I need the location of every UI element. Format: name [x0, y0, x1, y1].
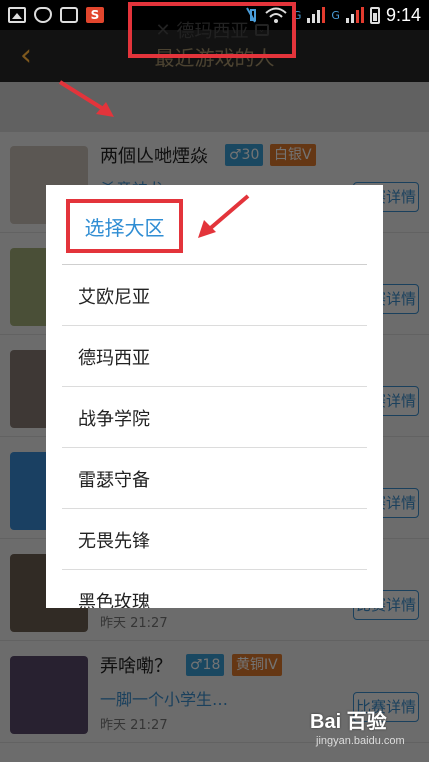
- app-s-notification-icon: S: [86, 7, 104, 23]
- signal-bars-1-icon: [307, 7, 326, 23]
- status-bar-left: S: [8, 7, 104, 23]
- played-time: 昨天 21:27: [100, 616, 168, 631]
- played-time: 昨天 21:27: [100, 718, 168, 733]
- server-option[interactable]: 艾欧尼亚: [62, 265, 367, 326]
- chevron-down-icon[interactable]: ⌄: [254, 24, 269, 36]
- server-option[interactable]: 战争学院: [62, 387, 367, 448]
- rank-badge: 黄铜IV: [232, 654, 282, 676]
- annotation-arrow-icon: [58, 80, 114, 117]
- status-time: 9:14: [385, 4, 421, 25]
- battery-icon: [369, 6, 380, 24]
- server-option-label: 黑色玫瑰: [78, 592, 150, 608]
- image-notification-icon: [8, 7, 26, 23]
- back-button[interactable]: ‹: [20, 41, 42, 72]
- clear-filter-icon[interactable]: ✕: [155, 20, 170, 41]
- puzzle-notification-icon: [60, 7, 78, 23]
- player-name: 弄啥嘞？: [100, 656, 172, 677]
- rank-badge: 白银V: [270, 144, 316, 166]
- gender-level-badge: ♂18: [186, 654, 225, 676]
- watermark-logo-text: Bai 百验: [310, 711, 387, 733]
- dialog-title-highlight: 选择大区: [66, 199, 183, 253]
- server-option-label: 德玛西亚: [78, 348, 150, 369]
- app-screen: S G G 9:14 ‹ 最近游戏的人 ✕ 德玛西亚 ⌄ 两個亾哋煙焱 ♂30 …: [0, 0, 429, 762]
- server-option[interactable]: 德玛西亚: [62, 326, 367, 387]
- avatar: [10, 656, 88, 734]
- server-option-label: 无畏先锋: [78, 531, 150, 552]
- server-option[interactable]: 雷瑟守备: [62, 448, 367, 509]
- server-option-label: 艾欧尼亚: [78, 287, 150, 308]
- player-message: 一脚一个小学生…: [100, 690, 229, 709]
- server-filter-label: 德玛西亚: [176, 21, 249, 42]
- select-server-dialog: 选择大区 艾欧尼亚 德玛西亚 战争学院 雷瑟守备 无畏先锋 黑色玫瑰: [46, 185, 383, 608]
- server-option[interactable]: 无畏先锋: [62, 509, 367, 570]
- player-name: 两個亾哋煙焱: [100, 146, 208, 167]
- server-option[interactable]: 黑色玫瑰: [62, 570, 367, 608]
- server-filter-selector[interactable]: ✕ 德玛西亚 ⌄: [128, 2, 296, 58]
- server-option-label: 雷瑟守备: [78, 470, 150, 491]
- gender-level-badge: ♂30: [225, 144, 264, 166]
- watermark-url: jingyan.baidu.com: [316, 735, 405, 747]
- signal-bars-2-icon: [345, 7, 364, 23]
- baidu-jingyan-watermark: Bai 百验 jingyan.baidu.com: [310, 705, 422, 759]
- shield-notification-icon: [34, 7, 52, 23]
- server-option-label: 战争学院: [78, 409, 150, 430]
- annotation-arrow-icon: [198, 194, 250, 238]
- network-type-2: G: [331, 8, 340, 22]
- dialog-title: 选择大区: [84, 215, 165, 240]
